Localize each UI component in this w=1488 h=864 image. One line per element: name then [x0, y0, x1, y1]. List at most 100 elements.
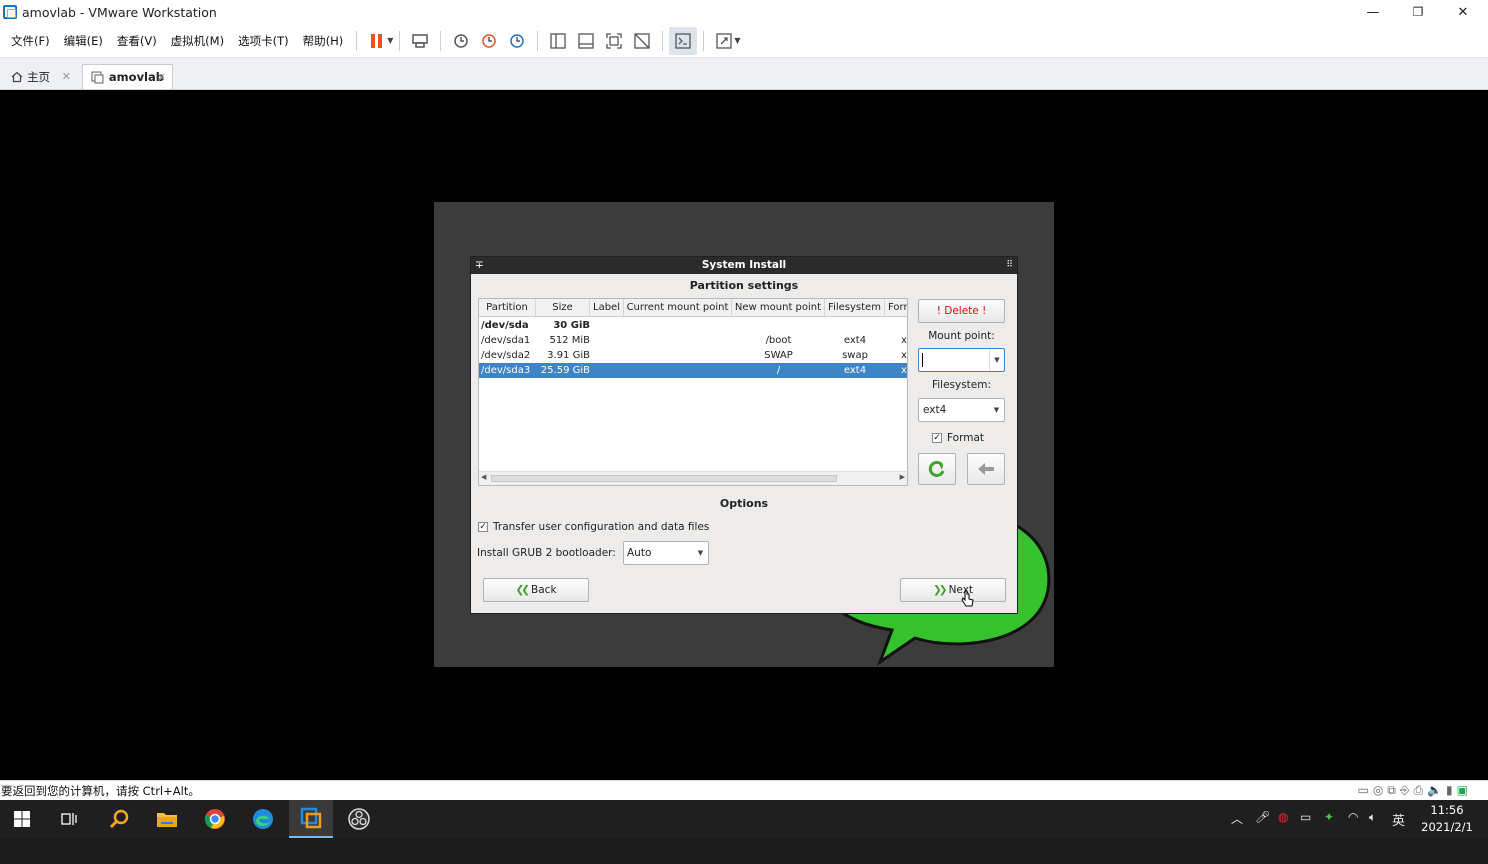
wifi-icon[interactable]: ◠ — [1348, 810, 1358, 824]
close-icon[interactable]: ✕ — [157, 71, 166, 84]
show-hidden-icons[interactable]: ︿ — [1231, 810, 1243, 827]
taskbar-chrome[interactable] — [193, 800, 237, 838]
toolbar-divider — [537, 30, 539, 51]
sidebar-toggle-icon[interactable] — [544, 27, 572, 55]
cell-filesystem: ext4 — [843, 365, 867, 376]
cell-partition: /dev/sda1 — [481, 335, 531, 346]
menu-vm[interactable]: 虚拟机(M) — [164, 33, 231, 49]
format-checkbox-row[interactable]: ✓ Format — [932, 432, 984, 444]
network-adapter-icon[interactable]: ⧉ — [1387, 783, 1396, 798]
message-log-icon[interactable]: ▣ — [1457, 783, 1468, 798]
table-row[interactable]: /dev/sda 30 GiB — [479, 318, 907, 333]
col-new-mount[interactable]: New mount point — [732, 299, 825, 317]
microphone-icon[interactable]: 🎤︎ — [1255, 810, 1270, 824]
vm-icon — [91, 70, 104, 84]
partition-table[interactable]: Partition Size Label Current mount point… — [478, 298, 908, 486]
grub-value: Auto — [627, 547, 652, 559]
menu-view[interactable]: 查看(V) — [110, 33, 164, 49]
scroll-right-icon[interactable]: ▶ — [900, 473, 905, 481]
volume-icon[interactable]: 🔈︎ — [1369, 810, 1376, 825]
minimize-button[interactable]: — — [1350, 0, 1396, 24]
hard-disk-icon[interactable]: ▭ — [1357, 783, 1368, 798]
revert-snapshot-icon[interactable] — [475, 27, 503, 55]
table-row-selected[interactable]: /dev/sda3 25.59 GiB / ext4 x — [479, 363, 907, 378]
chrome-icon — [204, 809, 225, 829]
col-label[interactable]: Label — [590, 299, 624, 317]
taskbar-file-explorer[interactable] — [145, 800, 189, 838]
close-icon[interactable]: ✕ — [62, 70, 71, 83]
toolbar-divider — [703, 30, 705, 51]
restore-button[interactable]: ❐ — [1395, 0, 1441, 24]
console-view-icon[interactable] — [669, 26, 698, 55]
col-format[interactable]: Format — [885, 299, 907, 317]
snapshot-icon[interactable] — [447, 27, 475, 55]
col-current-mount[interactable]: Current mount point — [624, 299, 732, 317]
mount-point-combo[interactable]: ▼ — [918, 348, 1005, 372]
cell-size: 25.59 GiB — [540, 365, 590, 376]
status-message: 要返回到您的计算机，请按 Ctrl+Alt。 — [1, 784, 200, 798]
printer-icon[interactable]: ⎙ — [1413, 783, 1423, 798]
back-button[interactable]: ❮❮ Back — [483, 578, 589, 602]
next-button[interactable]: ❯❯ Next — [900, 578, 1006, 602]
menu-tabs[interactable]: 选项卡(T) — [231, 33, 296, 49]
scroll-left-icon[interactable]: ◀ — [481, 473, 486, 481]
chevron-down-icon[interactable]: ▼ — [989, 349, 1004, 371]
transfer-checkbox-row[interactable]: ✓ Transfer user configuration and data f… — [478, 521, 709, 533]
app-tray-icon[interactable]: ✦ — [1324, 810, 1334, 824]
taskbar-search-app[interactable] — [97, 800, 141, 838]
tab-amovlab[interactable]: amovlab ✕ — [82, 64, 173, 89]
tab-home[interactable]: 主页 ✕ — [3, 64, 77, 89]
toolbar-divider — [662, 30, 664, 51]
thumbnail-bar-icon[interactable] — [572, 27, 600, 55]
usb-controller-icon[interactable]: ⎆ — [1400, 783, 1410, 798]
scrollbar-thumb[interactable] — [491, 475, 837, 482]
grub-select[interactable]: Auto ▼ — [623, 541, 709, 565]
battery-icon[interactable]: ▭ — [1300, 810, 1311, 824]
col-filesystem[interactable]: Filesystem — [825, 299, 885, 317]
menu-file[interactable]: 文件(F) — [4, 33, 57, 49]
format-label: Format — [947, 432, 985, 444]
taskbar-obs[interactable] — [337, 800, 381, 838]
cd-rom-icon[interactable]: ◎ — [1373, 783, 1383, 798]
menu-edit[interactable]: 编辑(E) — [57, 33, 110, 49]
text-cursor — [922, 353, 923, 367]
sound-card-icon[interactable]: 🔈 — [1427, 783, 1442, 798]
chevron-down-icon[interactable]: ▼ — [693, 542, 708, 564]
chevron-down-icon[interactable]: ▼ — [387, 36, 393, 45]
format-checkbox[interactable]: ✓ — [932, 433, 942, 443]
antivirus-icon[interactable]: ◍ — [1278, 810, 1288, 824]
task-view-button[interactable] — [47, 800, 91, 838]
close-button[interactable]: ✕ — [1440, 0, 1486, 24]
chevron-down-icon[interactable]: ▼ — [734, 36, 740, 45]
windows-taskbar: ︿ 🎤︎ ◍ ▭ ✦ ◠ 🔈︎ 英 11:56 2021/2/1 — [0, 800, 1488, 838]
chevron-down-icon[interactable]: ▼ — [989, 399, 1004, 421]
delete-button[interactable]: ! Delete ! — [918, 299, 1005, 323]
snapshot-manager-icon[interactable] — [503, 27, 531, 55]
fullscreen-icon[interactable] — [600, 27, 628, 55]
options-title: Options — [719, 497, 769, 510]
refresh-button[interactable] — [918, 453, 956, 485]
display-icon[interactable]: ▮ — [1446, 783, 1453, 798]
horizontal-scrollbar[interactable]: ◀ ▶ — [479, 471, 907, 485]
taskbar-edge[interactable] — [241, 800, 285, 838]
table-row[interactable]: /dev/sda2 3.91 GiB SWAP swap x — [479, 348, 907, 363]
tab-amovlab-label: amovlab — [108, 70, 164, 84]
send-ctrl-alt-del-icon[interactable] — [406, 27, 434, 55]
table-row[interactable]: /dev/sda1 512 MiB /boot ext4 x — [479, 333, 907, 348]
dialog-grip-icon[interactable]: ⠿ — [1006, 257, 1013, 274]
undo-button[interactable] — [967, 453, 1005, 485]
system-clock[interactable]: 11:56 2021/2/1 — [1416, 802, 1478, 836]
filesystem-value: ext4 — [923, 404, 947, 416]
mouse-cursor-icon — [961, 590, 974, 607]
unity-mode-icon[interactable] — [628, 27, 656, 55]
filesystem-select[interactable]: ext4 ▼ — [918, 398, 1005, 422]
col-partition[interactable]: Partition — [479, 299, 536, 317]
col-size[interactable]: Size — [536, 299, 590, 317]
ime-indicator[interactable]: 英 — [1392, 810, 1405, 829]
start-button[interactable] — [0, 800, 44, 838]
taskbar-vmware[interactable] — [289, 800, 333, 838]
transfer-checkbox[interactable]: ✓ — [478, 522, 488, 532]
back-label: Back — [531, 584, 557, 596]
dialog-menu-icon[interactable]: ∓ — [475, 257, 484, 274]
menu-help[interactable]: 帮助(H) — [296, 33, 351, 49]
